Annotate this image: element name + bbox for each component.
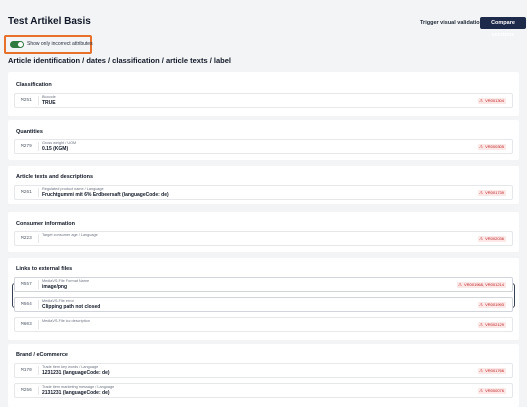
validation-badge[interactable]: ⚠ VR000076 bbox=[478, 388, 506, 394]
error-icon: ⚠ bbox=[457, 282, 463, 287]
divider bbox=[38, 366, 39, 375]
attribute-value: Fruchtgummi mit 6% Erdbeersaft (language… bbox=[42, 192, 169, 198]
divider bbox=[38, 386, 39, 395]
validation-rule-code: VR001993 bbox=[485, 302, 504, 307]
divider bbox=[38, 234, 39, 243]
error-icon: ⚠ bbox=[479, 98, 484, 103]
attribute-value: TRUE bbox=[42, 100, 56, 106]
page-title: Test Artikel Basis bbox=[8, 16, 91, 27]
validation-badge[interactable]: ⚠ VR000305 bbox=[478, 144, 506, 150]
attribute-row[interactable]: M170 Trade item key words / Language 123… bbox=[14, 363, 513, 378]
card-title: Quantities bbox=[16, 129, 43, 135]
card-title: Classification bbox=[16, 82, 52, 88]
attribute-value: 0.15 (KGM) bbox=[42, 146, 69, 152]
attribute-row[interactable]: M256 Trade item marketing message / Lang… bbox=[14, 383, 513, 398]
validation-badge[interactable]: ⚠ VR002036 bbox=[478, 236, 506, 242]
divider bbox=[38, 96, 39, 105]
error-icon: ⚠ bbox=[479, 236, 484, 241]
attribute-code: M223 bbox=[21, 236, 32, 241]
divider bbox=[38, 188, 39, 197]
error-icon: ⚠ bbox=[479, 388, 484, 393]
attribute-code: M279 bbox=[21, 144, 32, 149]
section-heading: Article identification / dates / classif… bbox=[8, 56, 231, 65]
validation-rule-code: VR000076 bbox=[485, 388, 504, 393]
validation-rule-code: VR000305 bbox=[485, 144, 504, 149]
attribute-code: M557 bbox=[21, 282, 32, 287]
error-icon: ⚠ bbox=[479, 368, 484, 373]
divider bbox=[38, 142, 39, 151]
attribute-row[interactable]: M261 Regulated product name / Language F… bbox=[14, 185, 513, 200]
attribute-row[interactable]: M603 MediaVS-File icc description ⚠ VR002… bbox=[14, 317, 513, 332]
divider bbox=[38, 300, 39, 309]
error-icon: ⚠ bbox=[479, 144, 484, 149]
divider bbox=[38, 320, 39, 329]
attribute-row[interactable]: M564 MediaVS-File error Clipping path no… bbox=[14, 297, 513, 312]
page-header: Test Artikel Basis Trigger visual valida… bbox=[0, 0, 527, 70]
validation-rule-code: VR001739 bbox=[485, 190, 504, 195]
validation-rule-code: VR002129 bbox=[485, 322, 504, 327]
attribute-label: MediaVS-File icc description bbox=[42, 319, 90, 323]
attribute-row[interactable]: M557 MediaVS-File Format Name image/png … bbox=[14, 277, 513, 292]
error-icon: ⚠ bbox=[479, 322, 484, 327]
attribute-code: M564 bbox=[21, 302, 32, 307]
card-title: Brand / eCommerce bbox=[16, 352, 68, 358]
attribute-value: Clipping path not closed bbox=[42, 304, 101, 310]
validation-rule-code: VR001766 bbox=[485, 368, 504, 373]
toggle-knob bbox=[18, 42, 23, 47]
compare-versions-button[interactable]: Compare versions bbox=[480, 17, 526, 38]
attribute-row[interactable]: M223 Target consumer age / Language ⚠ VR0… bbox=[14, 231, 513, 246]
validation-badge[interactable]: ⚠ VR002129 bbox=[478, 322, 506, 328]
attribute-row[interactable]: M251 Biocode TRUE ⚠ VR001304 bbox=[14, 93, 513, 108]
validation-badge[interactable]: ⚠ VR001766 bbox=[478, 368, 506, 374]
attribute-code: M261 bbox=[21, 190, 32, 195]
filter-toggle-highlight: Show only incorrect attributes bbox=[4, 35, 93, 54]
divider bbox=[38, 280, 39, 289]
validation-badge[interactable]: ⚠ VR001993 bbox=[478, 302, 506, 308]
validation-badge[interactable]: ⚠ VR001304 bbox=[478, 98, 506, 104]
attribute-row[interactable]: M279 Gross weight / UOM 0.15 (KGM) ⚠ VR00… bbox=[14, 139, 513, 154]
card-title: Links to external files bbox=[16, 266, 73, 272]
validation-badge[interactable]: ⚠ VR001968, VR001214 bbox=[456, 282, 506, 288]
attribute-code: M603 bbox=[21, 322, 32, 327]
attribute-value: 2131231 (languageCode: de) bbox=[42, 390, 110, 396]
card-title: Article texts and descriptions bbox=[16, 174, 94, 180]
validation-badge[interactable]: ⚠ VR001739 bbox=[478, 190, 506, 196]
error-icon: ⚠ bbox=[479, 302, 484, 307]
attribute-value: image/png bbox=[42, 284, 68, 290]
card-title: Consumer information bbox=[16, 221, 75, 227]
validation-rule-code: VR001968, VR001214 bbox=[463, 282, 504, 287]
attribute-label: Target consumer age / Language bbox=[42, 233, 98, 237]
attribute-code: M251 bbox=[21, 98, 32, 103]
trigger-visual-validation-button[interactable]: Trigger visual validation bbox=[420, 17, 483, 29]
attribute-code: M256 bbox=[21, 388, 32, 393]
validation-rule-code: VR001304 bbox=[485, 98, 504, 103]
attribute-code: M170 bbox=[21, 368, 32, 373]
attribute-value: 1231231 (languageCode: de) bbox=[42, 370, 110, 376]
incorrect-attributes-toggle[interactable] bbox=[10, 41, 24, 48]
toggle-label: Show only incorrect attributes bbox=[27, 41, 93, 47]
error-icon: ⚠ bbox=[479, 190, 484, 195]
validation-rule-code: VR002036 bbox=[485, 236, 504, 241]
